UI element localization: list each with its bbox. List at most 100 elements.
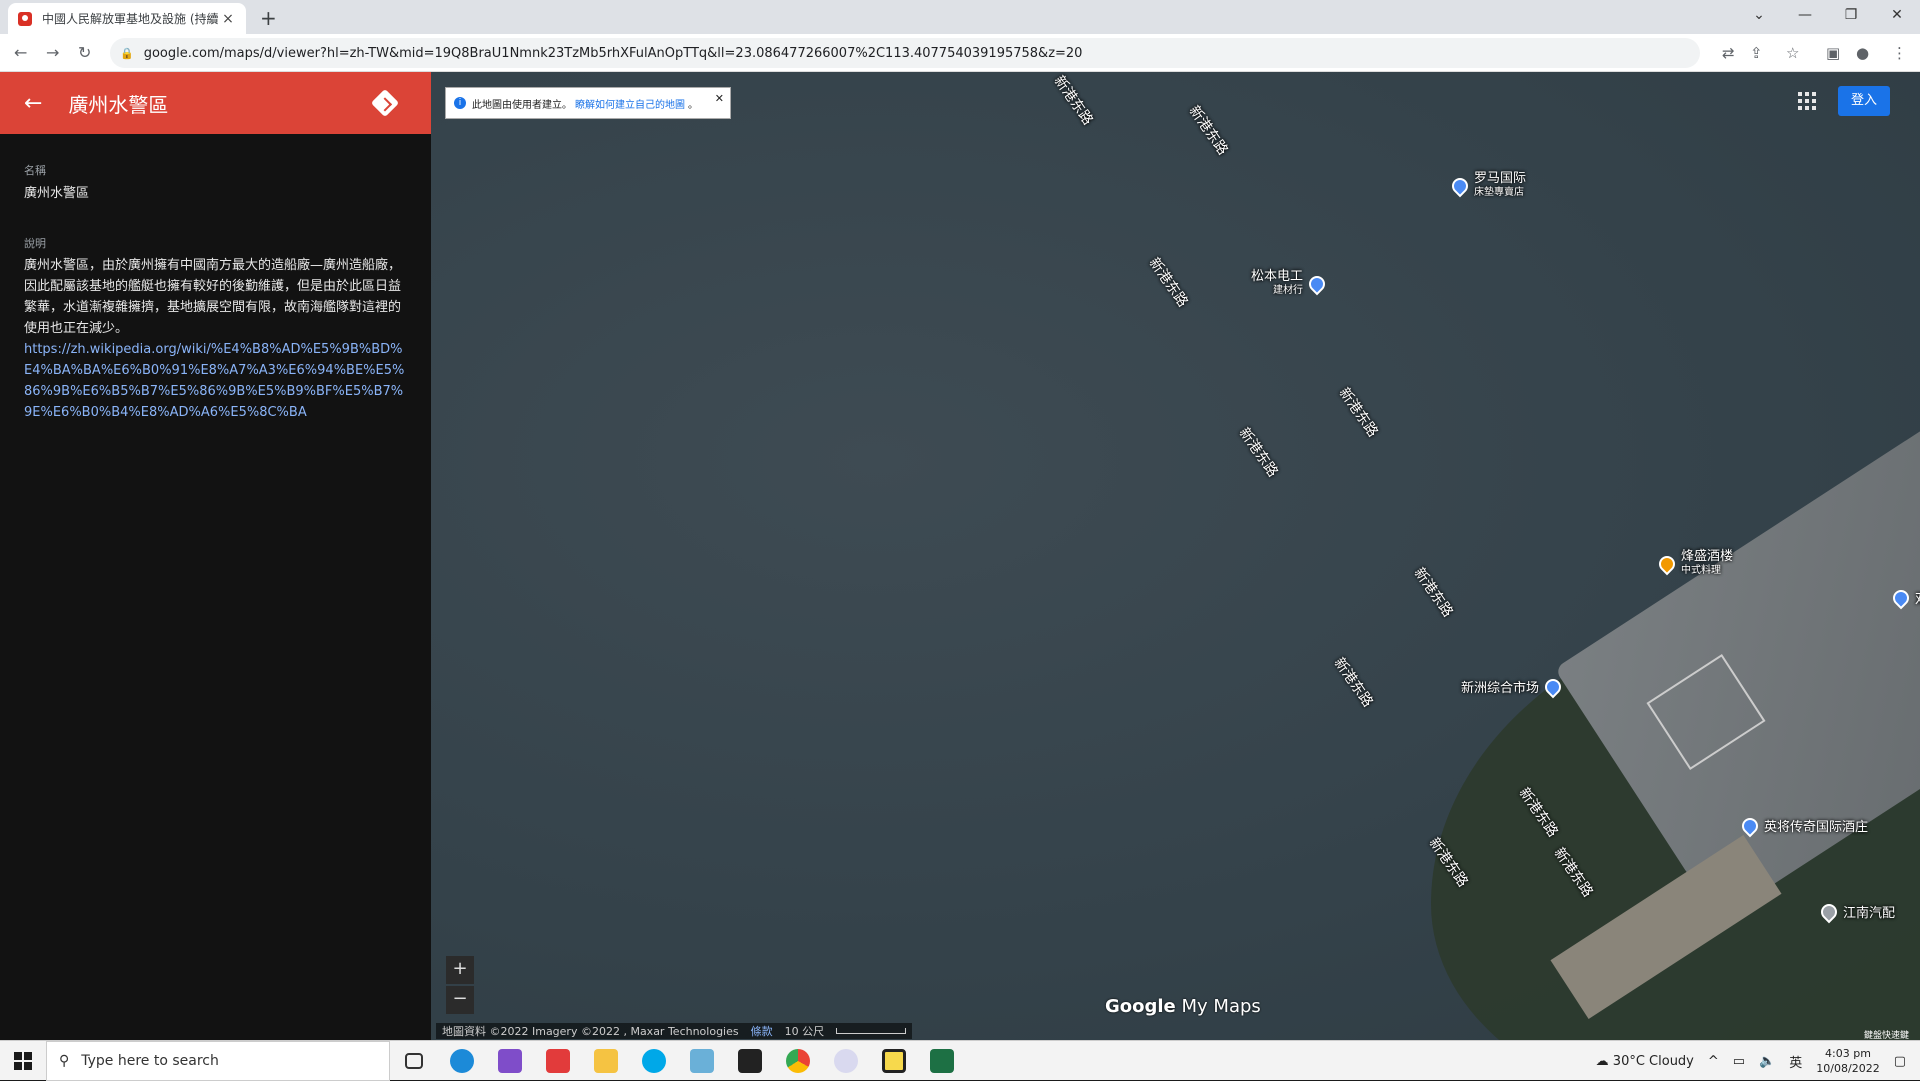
lock-icon: 🔒 xyxy=(120,46,134,60)
share-icon[interactable]: ⇪ xyxy=(1750,44,1763,62)
ime-indicator[interactable]: 英 xyxy=(1789,1052,1802,1071)
close-window-button[interactable]: ✕ xyxy=(1874,0,1920,34)
panel-title: 廣州水警區 xyxy=(68,92,169,117)
tab-search-icon[interactable]: ⌄ xyxy=(1736,0,1782,34)
google-my-maps-logo: Google My Maps xyxy=(1105,996,1261,1017)
poi-luoma[interactable]: 罗马国际 床墊專賣店 xyxy=(1446,172,1526,199)
shop-pin-icon xyxy=(1738,814,1762,837)
scale-bar xyxy=(836,1028,907,1034)
restore-button[interactable]: ❐ xyxy=(1828,0,1874,34)
menu-icon[interactable]: ⋮ xyxy=(1892,44,1907,62)
time-text: 4:03 pm xyxy=(1825,1047,1871,1060)
description-label: 說明 xyxy=(24,237,46,250)
restaurant-pin-icon xyxy=(1655,552,1679,575)
poi-name: 罗马国际 xyxy=(1474,171,1527,186)
poi-name: 新洲综合市场 xyxy=(1461,681,1540,696)
search-placeholder: Type here to search xyxy=(81,1052,219,1069)
volume-icon[interactable]: 🔈 xyxy=(1759,1054,1775,1069)
zoom-out-button[interactable]: − xyxy=(446,986,474,1014)
taskbar-search[interactable]: ⚲ Type here to search xyxy=(46,1040,390,1081)
zoom-in-button[interactable]: + xyxy=(446,956,474,984)
tab-close-icon[interactable]: × xyxy=(220,11,236,27)
wikipedia-link[interactable]: https://zh.wikipedia.org/wiki/%E4%B8%AD%… xyxy=(24,339,407,423)
windows-logo-icon xyxy=(14,1051,32,1070)
sign-in-button[interactable]: 登入 xyxy=(1838,86,1890,116)
shop-pin-icon xyxy=(1305,272,1329,295)
scale-text: 10 公尺 xyxy=(784,1025,825,1038)
url-text: google.com/maps/d/viewer?hl=zh-TW&mid=19… xyxy=(143,45,1083,61)
road-label: 新港东路 xyxy=(1410,565,1456,621)
poi-fengsheng[interactable]: 烽盛酒楼 中式料理 xyxy=(1653,550,1733,577)
reload-icon[interactable]: ↻ xyxy=(78,43,91,62)
forward-icon[interactable]: → xyxy=(46,43,59,62)
terms-link[interactable]: 條款 xyxy=(751,1023,773,1039)
new-tab-button[interactable]: + xyxy=(260,6,277,30)
poi-category: 床墊專賣店 xyxy=(1474,187,1524,198)
road-label: 新港东路 xyxy=(1330,655,1376,711)
back-arrow-icon[interactable]: ← xyxy=(24,91,42,116)
chrome-icon[interactable] xyxy=(774,1041,822,1081)
tab-title: 中國人民解放軍基地及設施 (持續 xyxy=(42,12,219,26)
shop-pin-icon xyxy=(1541,675,1565,698)
poi-yingjiang[interactable]: 英将传奇国际酒庄 xyxy=(1736,814,1869,837)
poi-name: 英将传奇国际酒庄 xyxy=(1764,820,1869,835)
panel-header: ← 廣州水警區 xyxy=(0,72,431,134)
place-pin-icon xyxy=(1817,900,1841,923)
map-attribution: 地圖資料 ©2022 Imagery ©2022 , Maxar Technol… xyxy=(436,1023,913,1039)
network-icon[interactable]: ▭ xyxy=(1733,1054,1745,1069)
file-explorer-icon[interactable] xyxy=(582,1041,630,1081)
poi-name: 烽盛酒楼 xyxy=(1681,549,1734,564)
directions-icon[interactable] xyxy=(370,88,400,118)
minimize-button[interactable]: — xyxy=(1782,0,1828,34)
user-map-notice: i 此地圖由使用者建立。 瞭解如何建立自己的地圖 。 ✕ xyxy=(445,87,731,119)
poi-edge[interactable]: 双 xyxy=(1887,586,1920,609)
learn-create-map-link[interactable]: 瞭解如何建立自己的地圖 xyxy=(575,96,685,111)
road-label: 新港东路 xyxy=(1050,73,1096,129)
name-value: 廣州水警區 xyxy=(24,186,90,201)
shop-pin-icon xyxy=(1889,586,1913,609)
shop-pin-icon xyxy=(1448,174,1472,197)
poi-name: 双 xyxy=(1915,588,1920,607)
visual-studio-icon[interactable] xyxy=(486,1041,534,1081)
apps-grid-icon[interactable] xyxy=(1798,92,1816,110)
translate-icon[interactable]: ⇄ xyxy=(1722,44,1735,62)
close-icon[interactable]: ✕ xyxy=(715,92,724,105)
back-icon[interactable]: ← xyxy=(14,43,27,62)
map-canvas[interactable]: 新港东路 新港东路 新港东路 新港东路 新港东路 新港东路 新港东路 新港东路 … xyxy=(431,72,1920,1040)
snipping-tool-icon[interactable] xyxy=(822,1041,870,1081)
logo-mymaps: My Maps xyxy=(1181,996,1261,1017)
skype-icon[interactable] xyxy=(630,1041,678,1081)
poi-songben[interactable]: 松本电工 建材行 xyxy=(1251,270,1331,297)
sticky-notes-icon[interactable] xyxy=(870,1041,918,1081)
sidebar-icon[interactable]: ▣ xyxy=(1826,44,1840,62)
notice-tail: 。 xyxy=(688,99,698,111)
start-button[interactable] xyxy=(0,1041,46,1081)
edge-icon[interactable] xyxy=(438,1041,486,1081)
description-text: 廣州水警區，由於廣州擁有中國南方最大的造船廠—廣州造船廠，因此配屬該基地的艦艇也… xyxy=(24,258,402,336)
app-icon[interactable] xyxy=(678,1041,726,1081)
poi-jiangnan[interactable]: 江南汽配 xyxy=(1815,900,1895,923)
excel-icon[interactable] xyxy=(918,1041,966,1081)
info-icon: i xyxy=(454,97,466,109)
task-view-icon[interactable] xyxy=(390,1041,438,1081)
toolbar: ← → ↻ 🔒 google.com/maps/d/viewer?hl=zh-T… xyxy=(0,34,1920,72)
address-bar[interactable]: 🔒 google.com/maps/d/viewer?hl=zh-TW&mid=… xyxy=(110,38,1700,68)
anydesk-icon[interactable] xyxy=(534,1041,582,1081)
poi-category: 中式料理 xyxy=(1681,565,1721,576)
profile-icon[interactable]: ● xyxy=(1856,44,1869,62)
clock[interactable]: 4:03 pm 10/08/2022 xyxy=(1816,1046,1879,1076)
browser-tab[interactable]: 中國人民解放軍基地及設施 (持續 × xyxy=(8,3,246,34)
tray-overflow-icon[interactable]: ^ xyxy=(1708,1054,1719,1069)
poi-category: 建材行 xyxy=(1273,285,1304,296)
date-text: 10/08/2022 xyxy=(1816,1062,1880,1075)
cloud-icon: ☁ xyxy=(1595,1053,1609,1069)
road-label: 新港东路 xyxy=(1335,385,1381,441)
terminal-icon[interactable] xyxy=(726,1041,774,1081)
road-label: 新港东路 xyxy=(1145,255,1191,311)
search-icon: ⚲ xyxy=(59,1052,70,1069)
notice-text: 此地圖由使用者建立。 xyxy=(472,99,572,111)
poi-xinzhou[interactable]: 新洲综合市场 xyxy=(1461,675,1567,698)
weather-widget[interactable]: ☁ 30°C Cloudy xyxy=(1596,1054,1694,1069)
notification-icon[interactable]: ▢ xyxy=(1894,1054,1906,1069)
bookmark-star-icon[interactable]: ☆ xyxy=(1786,44,1799,62)
